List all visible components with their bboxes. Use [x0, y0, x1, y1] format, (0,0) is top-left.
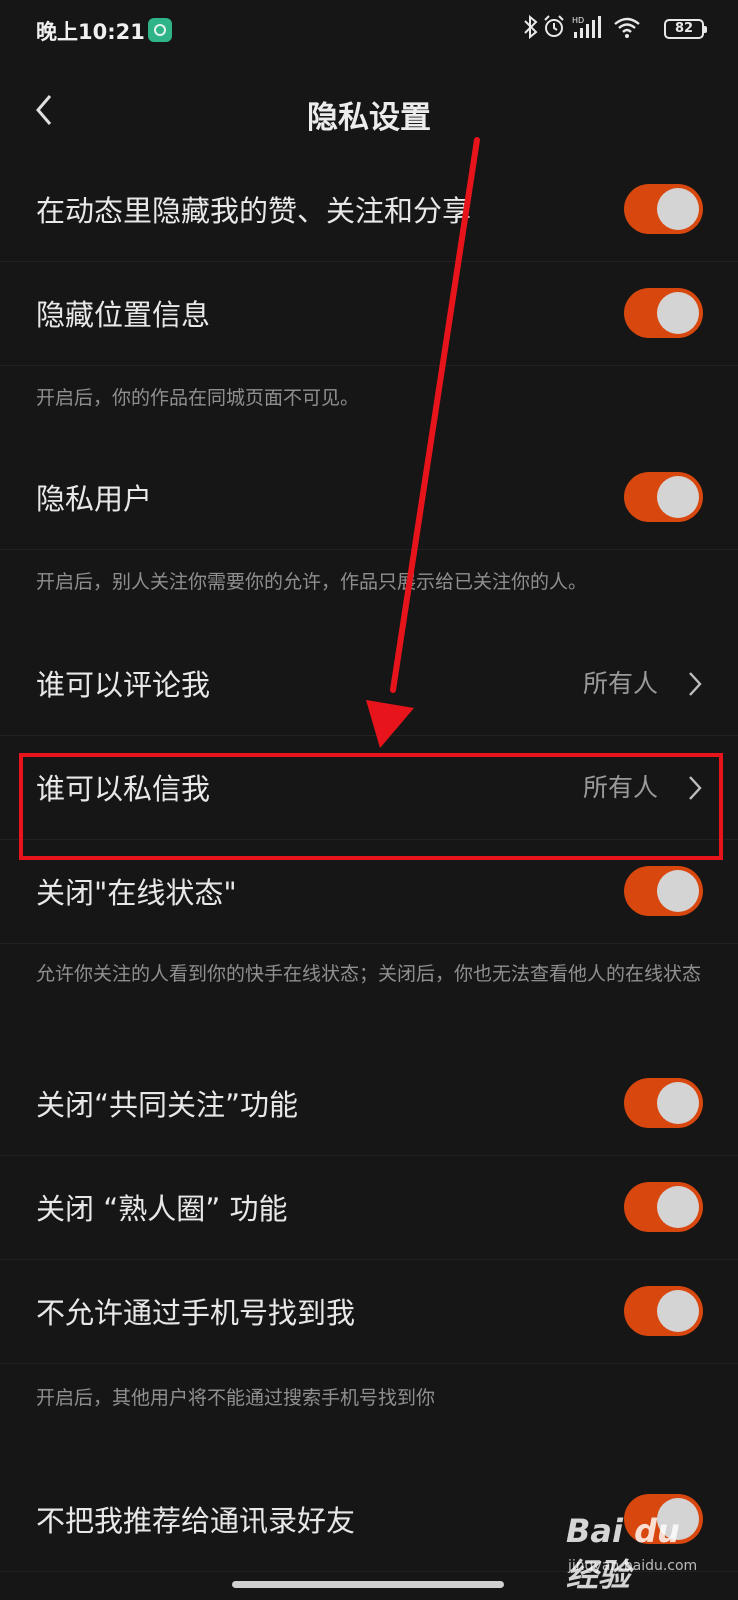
watermark-sub: jingyan.baidu.com [568, 1558, 698, 1574]
watermark-main: Bai du 经验 [566, 1512, 680, 1594]
annotation-arrow [366, 137, 480, 748]
home-indicator[interactable] [232, 1581, 504, 1588]
baidu-jingyan-watermark: Bai du 经验 jingyan.baidu.com [566, 1512, 706, 1594]
